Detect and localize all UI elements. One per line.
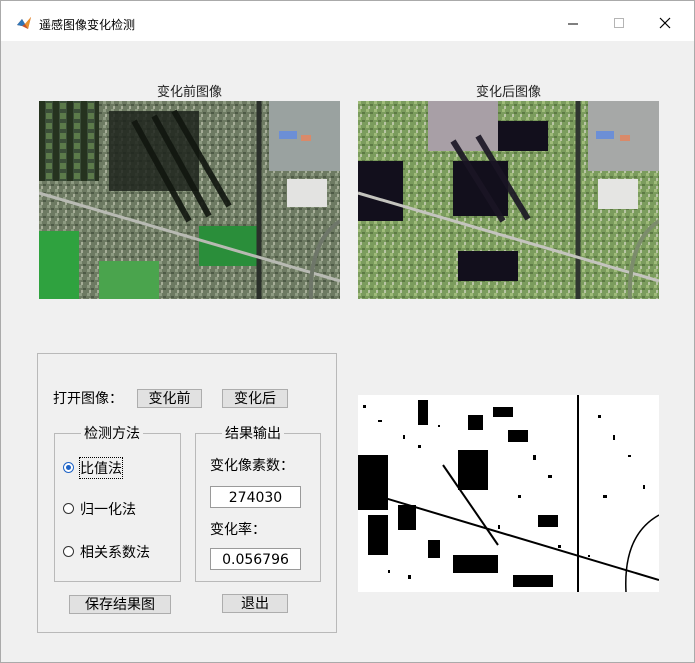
minimize-icon <box>568 23 578 25</box>
before-image-title: 变化前图像 <box>156 85 222 100</box>
radio-normalized-indicator[interactable] <box>63 503 74 514</box>
open-before-button[interactable]: 变化前 <box>137 389 202 408</box>
result-groupbox: 结果输出 变化像素数： 274030 变化率： 0.056796 <box>195 423 321 582</box>
title-bar: 遥感图像变化检测 <box>1 1 694 41</box>
change-rate-label: 变化率： <box>210 522 266 538</box>
window-title: 遥感图像变化检测 <box>39 18 136 32</box>
minimize-button[interactable] <box>550 9 596 37</box>
radio-ratio-indicator[interactable] <box>63 462 74 473</box>
figure-content: 变化前图像 变化后图像 打开图像： 变化前 变化后 检测方法 比值法 归一化法 … <box>1 41 694 662</box>
app-window: 遥感图像变化检测 变化前图像 变化后图像 打开图像： 变化前 变化后 检测方法 … <box>0 0 695 663</box>
save-result-button[interactable]: 保存结果图 <box>69 595 171 614</box>
open-after-button[interactable]: 变化后 <box>222 389 288 408</box>
changed-pixels-label: 变化像素数： <box>210 458 294 474</box>
after-image-title: 变化后图像 <box>475 85 541 100</box>
result-group-title: 结果输出 <box>222 423 284 443</box>
radio-correlation-indicator[interactable] <box>63 546 74 557</box>
exit-button[interactable]: 退出 <box>222 594 288 613</box>
after-image <box>358 101 659 299</box>
before-image <box>39 101 340 299</box>
changed-pixels-field[interactable]: 274030 <box>210 486 301 508</box>
close-icon <box>659 17 671 29</box>
maximize-icon <box>614 18 624 28</box>
result-image <box>358 395 659 592</box>
open-image-label: 打开图像： <box>53 391 123 407</box>
radio-ratio-label[interactable]: 比值法 <box>79 457 123 479</box>
change-rate-field[interactable]: 0.056796 <box>210 548 301 570</box>
method-groupbox: 检测方法 比值法 归一化法 相关系数法 <box>54 423 181 582</box>
maximize-button[interactable] <box>596 9 642 37</box>
control-panel: 打开图像： 变化前 变化后 检测方法 比值法 归一化法 相关系数法 结果输出 变… <box>37 353 337 633</box>
close-button[interactable] <box>642 9 688 37</box>
method-group-title: 检测方法 <box>81 423 143 443</box>
matlab-icon[interactable] <box>16 15 32 31</box>
radio-correlation-label[interactable]: 相关系数法 <box>80 542 150 562</box>
radio-normalized-label[interactable]: 归一化法 <box>80 499 136 519</box>
